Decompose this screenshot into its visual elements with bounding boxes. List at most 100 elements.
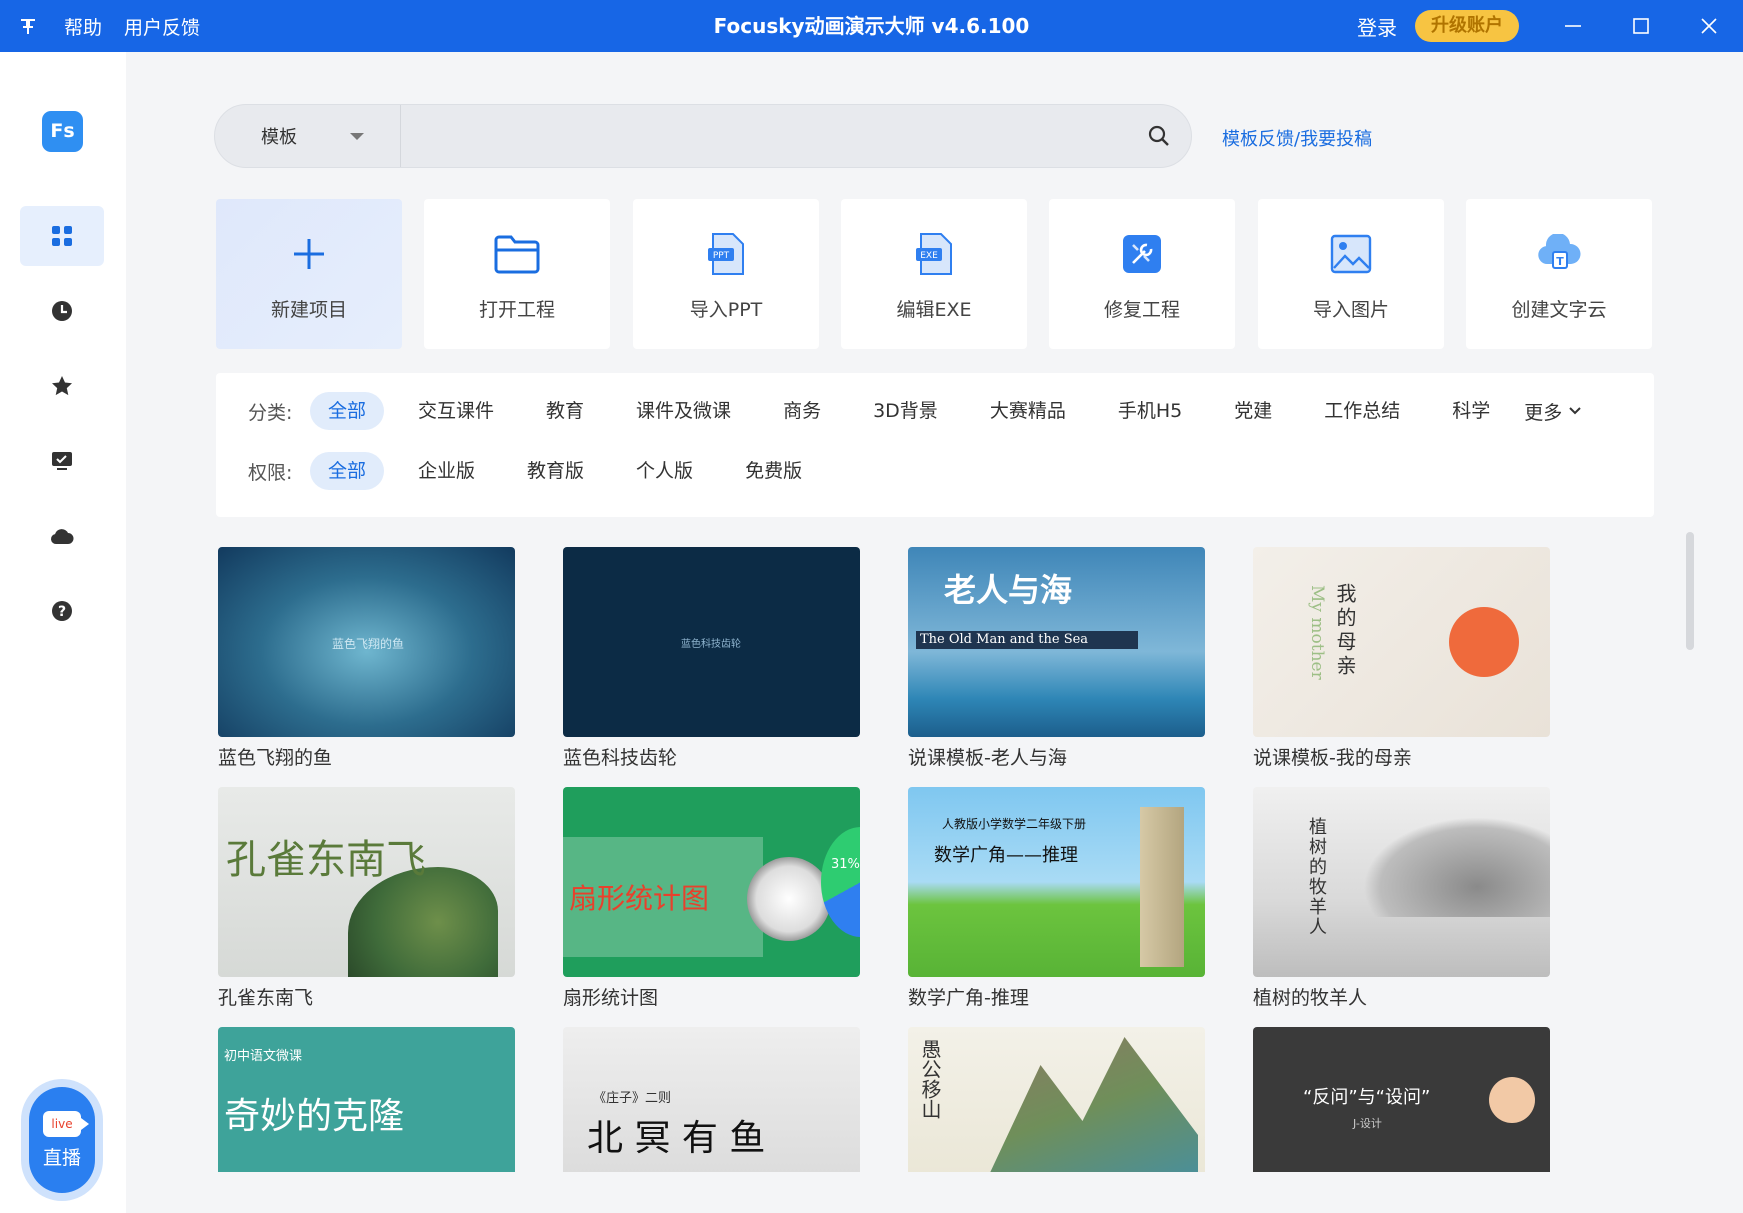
new-project-button[interactable]: 新建项目 xyxy=(216,199,402,349)
action-label: 导入图片 xyxy=(1312,299,1389,321)
more-categories-button[interactable]: 更多 xyxy=(1524,398,1582,425)
category-chip[interactable]: 教育 xyxy=(528,392,602,430)
live-stream-button[interactable]: live 直播 xyxy=(29,1087,95,1193)
template-card[interactable]: 愚公移山 xyxy=(908,1027,1205,1172)
svg-text:EXE: EXE xyxy=(920,251,938,261)
title-bar: 帮助 用户反馈 Focusky动画演示大师 v4.6.100 登录 升级账户 xyxy=(0,0,1743,52)
category-chip[interactable]: 大赛精品 xyxy=(972,392,1084,430)
template-caption: 说课模板-我的母亲 xyxy=(1253,747,1412,769)
template-card[interactable]: 我的母亲 My mother 说课模板-我的母亲 xyxy=(1253,547,1550,773)
category-chip[interactable]: 科学 xyxy=(1434,392,1508,430)
sidebar-item-cloud[interactable] xyxy=(20,506,104,566)
folder-icon xyxy=(492,229,542,279)
search-type-dropdown[interactable]: 模板 xyxy=(215,105,401,167)
thumbnail-title: 奇妙的克隆 xyxy=(224,1096,405,1137)
minimize-icon[interactable] xyxy=(1539,0,1607,52)
category-chip[interactable]: 手机H5 xyxy=(1100,392,1200,430)
template-thumbnail: 愚公移山 xyxy=(908,1027,1205,1172)
mountain-shape xyxy=(988,1037,1198,1172)
thumbnail-title: 数学广角——推理 xyxy=(934,845,1078,866)
sidebar-item-templates[interactable] xyxy=(20,206,104,266)
import-image-button[interactable]: 导入图片 xyxy=(1258,199,1444,349)
open-project-button[interactable]: 打开工程 xyxy=(424,199,610,349)
template-caption: 扇形统计图 xyxy=(563,987,659,1009)
thumbnail-subtitle: 初中语文微课 xyxy=(224,1049,303,1064)
close-icon[interactable] xyxy=(1675,0,1743,52)
live-label: 直播 xyxy=(42,1146,81,1169)
clock-icon xyxy=(52,301,72,321)
template-caption: 植树的牧羊人 xyxy=(1253,987,1368,1009)
sidebar-item-help[interactable]: ? xyxy=(20,581,104,641)
action-label: 新建项目 xyxy=(270,299,347,321)
action-label: 编辑EXE xyxy=(896,299,972,321)
template-caption: 数学广角-推理 xyxy=(908,987,1029,1009)
menu-help[interactable]: 帮助 xyxy=(64,13,102,40)
login-button[interactable]: 登录 xyxy=(1357,12,1397,41)
sidebar-item-recent[interactable] xyxy=(20,281,104,341)
flower-shape xyxy=(1449,607,1519,677)
menu-feedback[interactable]: 用户反馈 xyxy=(124,13,200,40)
template-card[interactable]: 人教版小学数学二年级下册 数学广角——推理 数学广角-推理 xyxy=(908,787,1205,1013)
import-ppt-button[interactable]: PPT 导入PPT xyxy=(633,199,819,349)
upgrade-account-button[interactable]: 升级账户 xyxy=(1415,10,1519,42)
template-card[interactable]: 扇形统计图 31% 扇形统计图 xyxy=(563,787,860,1013)
thumbnail-title: 老人与海 xyxy=(944,571,1073,609)
category-chip[interactable]: 交互课件 xyxy=(400,392,512,430)
sidebar-item-favorites[interactable] xyxy=(20,356,104,416)
template-thumbnail: 扇形统计图 31% xyxy=(563,787,860,977)
category-chip[interactable]: 3D背景 xyxy=(855,392,956,430)
template-card[interactable]: 蓝色飞翔的鱼 蓝色飞翔的鱼 xyxy=(218,547,515,773)
search-type-label: 模板 xyxy=(261,127,297,148)
category-chip[interactable]: 工作总结 xyxy=(1306,392,1418,430)
template-thumbnail: 蓝色飞翔的鱼 xyxy=(218,547,515,737)
template-card[interactable]: 蓝色科技齿轮 蓝色科技齿轮 xyxy=(563,547,860,773)
template-thumbnail: 人教版小学数学二年级下册 数学广角——推理 xyxy=(908,787,1205,977)
scrollbar[interactable] xyxy=(1686,532,1694,650)
template-thumbnail: 我的母亲 My mother xyxy=(1253,547,1550,737)
permission-chip[interactable]: 全部 xyxy=(310,452,385,490)
edit-exe-button[interactable]: EXE 编辑EXE xyxy=(841,199,1027,349)
template-caption: 说课模板-老人与海 xyxy=(908,747,1067,769)
category-chip[interactable]: 党建 xyxy=(1216,392,1290,430)
filter-panel: 分类: 全部 交互课件 教育 课件及微课 商务 3D背景 大赛精品 手机H5 党… xyxy=(216,373,1654,517)
category-chip[interactable]: 全部 xyxy=(310,392,385,430)
template-thumbnail: 植树的牧羊人 xyxy=(1253,787,1550,977)
star-icon xyxy=(52,376,72,396)
template-card[interactable]: 植树的牧羊人 植树的牧羊人 xyxy=(1253,787,1550,1013)
repair-project-button[interactable]: 修复工程 xyxy=(1049,199,1235,349)
permission-chip[interactable]: 免费版 xyxy=(727,452,820,490)
permission-chip[interactable]: 个人版 xyxy=(618,452,711,490)
cloud-text-icon: T xyxy=(1534,229,1584,279)
template-card[interactable]: 孔雀东南飞 孔雀东南飞 xyxy=(218,787,515,1013)
permission-chip[interactable]: 教育版 xyxy=(509,452,602,490)
template-card[interactable]: 老人与海 The Old Man and the Sea 说课模板-老人与海 xyxy=(908,547,1205,773)
category-chip[interactable]: 课件及微课 xyxy=(618,392,749,430)
tools-icon xyxy=(1117,229,1167,279)
template-feedback-link[interactable]: 模板反馈/我要投稿 xyxy=(1222,125,1372,151)
title-bar-left: 帮助 用户反馈 xyxy=(14,0,200,52)
template-thumbnail: “反问”与“设问” J-设计 xyxy=(1253,1027,1550,1172)
maximize-icon[interactable] xyxy=(1607,0,1675,52)
template-card[interactable]: 初中语文微课 奇妙的克隆 xyxy=(218,1027,515,1172)
thumbnail-title: 北 冥 有 鱼 xyxy=(587,1118,766,1159)
thumbnail-subtitle: The Old Man and the Sea xyxy=(916,631,1138,649)
search-icon[interactable] xyxy=(1147,124,1171,148)
svg-text:PPT: PPT xyxy=(713,251,730,261)
sidebar-item-presentations[interactable] xyxy=(20,431,104,491)
template-card[interactable]: 《庄子》二则 北 冥 有 鱼 xyxy=(563,1027,860,1172)
pin-icon[interactable] xyxy=(14,12,42,40)
cloud-icon xyxy=(50,529,74,544)
category-label: 分类: xyxy=(248,401,293,424)
template-caption: 孔雀东南飞 xyxy=(218,987,314,1009)
search-input[interactable] xyxy=(405,113,1125,159)
thumbnail-subtitle: 《庄子》二则 xyxy=(593,1091,672,1106)
thumbnail-title: “反问”与“设问” xyxy=(1303,1087,1431,1108)
action-label: 创建文字云 xyxy=(1511,299,1607,321)
category-filter-row: 分类: 全部 交互课件 教育 课件及微课 商务 3D背景 大赛精品 手机H5 党… xyxy=(248,391,1582,431)
chevron-down-icon xyxy=(350,133,364,140)
category-chip[interactable]: 商务 xyxy=(765,392,839,430)
create-word-cloud-button[interactable]: T 创建文字云 xyxy=(1466,199,1652,349)
permission-chip[interactable]: 企业版 xyxy=(400,452,493,490)
action-label: 打开工程 xyxy=(478,299,555,321)
template-card[interactable]: “反问”与“设问” J-设计 xyxy=(1253,1027,1550,1172)
